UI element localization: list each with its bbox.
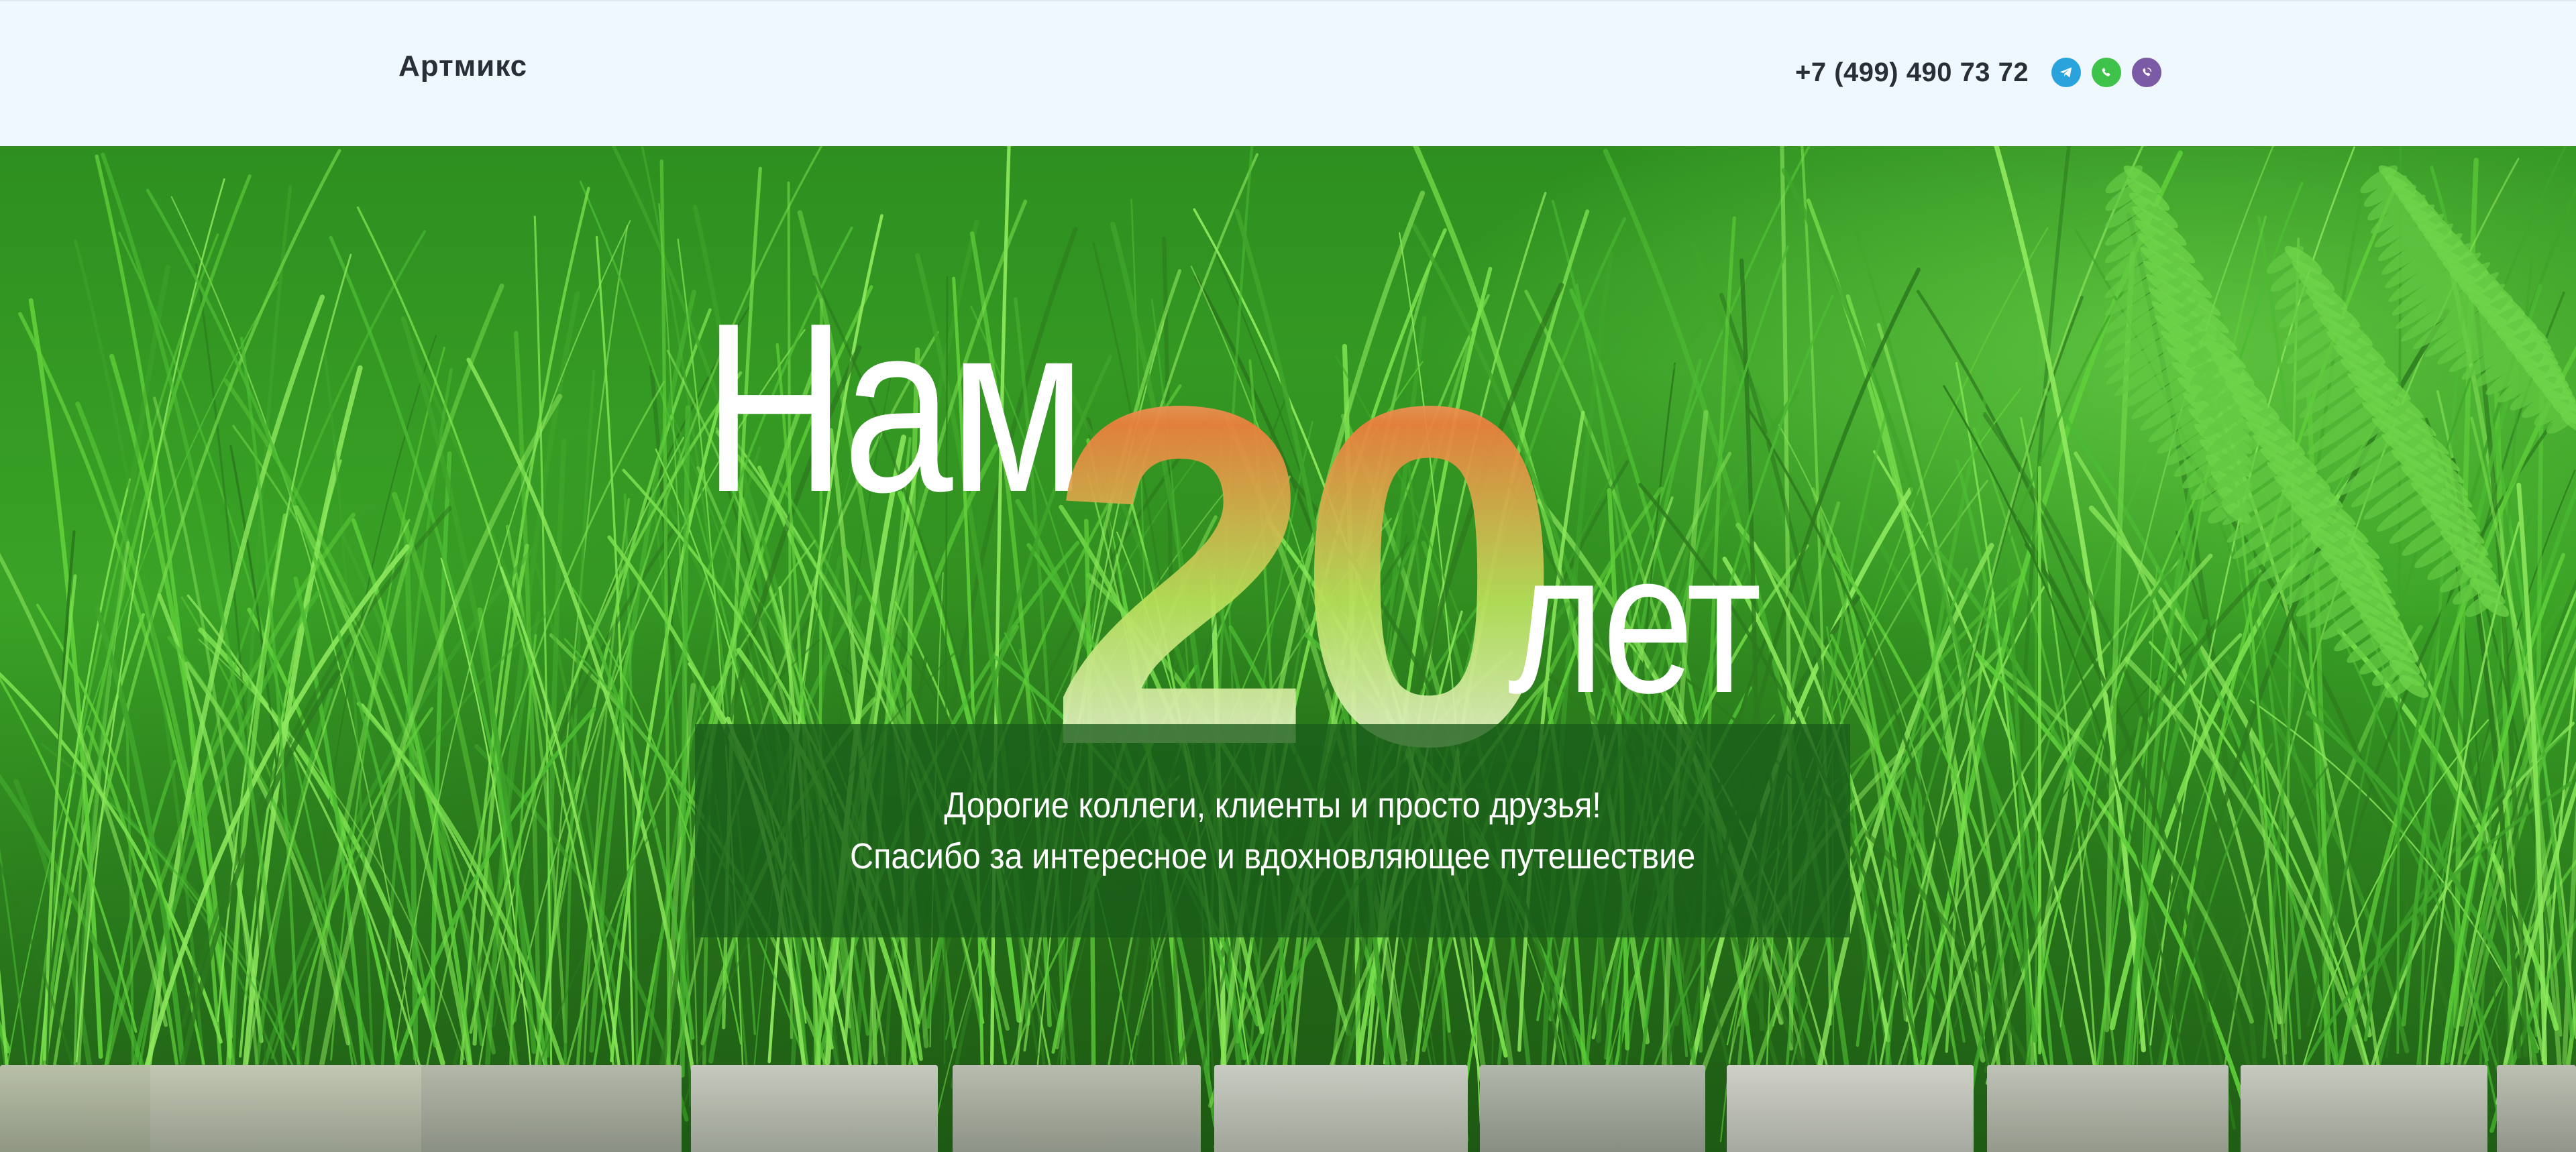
hero-banner: Нам 20 лет Дорогие коллеги, клиенты и пр… xyxy=(0,146,2576,1152)
site-header: Артмикс +7 (499) 490 73 72 xyxy=(0,0,2576,146)
phone-link[interactable]: +7 (499) 490 73 72 xyxy=(1795,58,2029,88)
title-suffix: лет xyxy=(1508,510,1762,735)
contacts: +7 (499) 490 73 72 xyxy=(1795,54,2162,91)
telegram-icon[interactable] xyxy=(2051,58,2082,87)
logo[interactable]: Артмикс xyxy=(398,50,527,83)
whatsapp-icon[interactable] xyxy=(2092,58,2122,87)
greeting-box: Дорогие коллеги, клиенты и просто друзья… xyxy=(695,724,1850,937)
greeting-line: Дорогие коллеги, клиенты и просто друзья… xyxy=(944,785,1601,825)
number-text: 20 xyxy=(1046,367,1544,756)
viber-icon[interactable] xyxy=(2132,58,2162,87)
greeting-line: Спасибо за интересное и вдохновляющее пу… xyxy=(849,836,1696,876)
title-prefix: Нам xyxy=(703,273,1085,542)
